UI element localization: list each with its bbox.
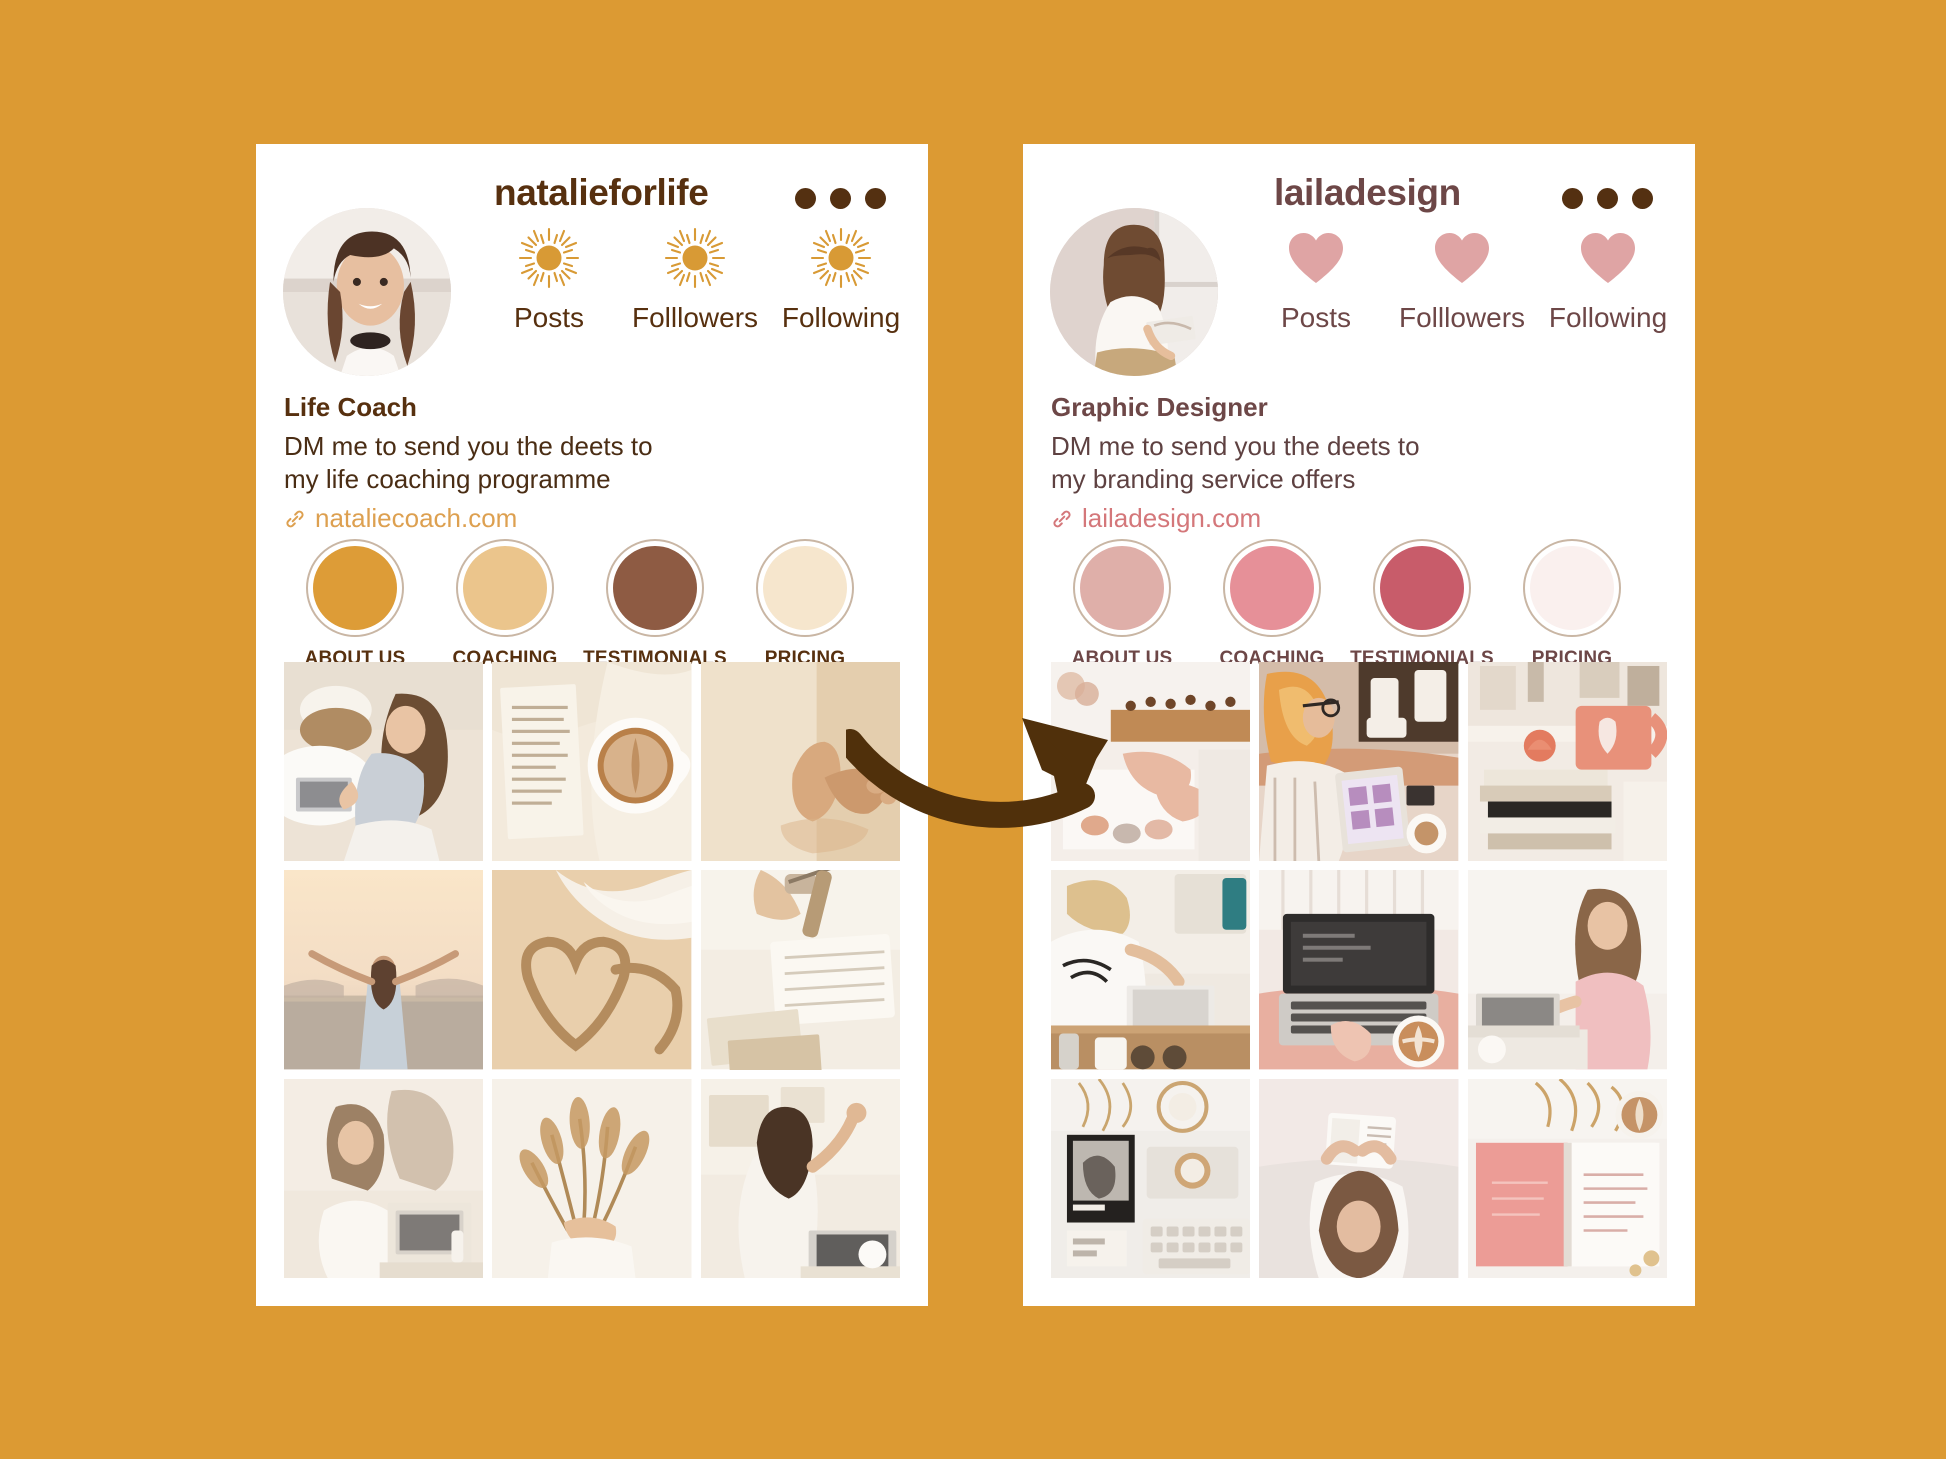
grid-photo-designer-hands-colour-swatches[interactable] (1051, 662, 1251, 862)
highlight-ring (1523, 539, 1621, 637)
grid-photo-woman-waving-laptop[interactable] (700, 1078, 900, 1278)
grid-photo-woman-reading-bed-overhead[interactable] (1259, 1078, 1459, 1278)
stat-label: Following (781, 302, 901, 333)
heart-icon (1287, 220, 1345, 296)
profile-summary-right: Posts Folllowers Following (1023, 204, 1695, 394)
profile-summary-left: Posts Folllowers Following (256, 204, 928, 394)
highlight-about-us[interactable]: ABOUT US (280, 539, 430, 670)
grid-photo-woman-laptop-floor[interactable] (284, 662, 484, 862)
grid-photo-woman-pink-top-laptop[interactable] (1467, 870, 1667, 1070)
photo-grid (1051, 662, 1667, 1278)
highlight-cover (613, 546, 697, 630)
highlight-cover (1080, 546, 1164, 630)
highlight-cover (1230, 546, 1314, 630)
profile-bio: Life Coach DM me to send you the deets t… (284, 392, 653, 534)
grid-photo-notebook-watch-desk[interactable] (700, 870, 900, 1070)
avatar[interactable] (283, 208, 451, 376)
grid-photo-woman-bali-babe-tshirt-laptop[interactable] (1051, 870, 1251, 1070)
highlight-coaching[interactable]: COACHING (430, 539, 580, 670)
grid-photo-bare-feet-sand[interactable] (700, 662, 900, 862)
highlight-ring (1073, 539, 1171, 637)
stats-row: Posts Folllowers Following (476, 220, 914, 334)
stat-label: Posts (1280, 302, 1352, 333)
grid-photo-woman-white-dress-desk[interactable] (284, 1078, 484, 1278)
highlight-testimonials[interactable]: TESTIMONIALS (580, 539, 730, 670)
highlight-cover (1380, 546, 1464, 630)
grid-photo-woman-tablet-cafe[interactable] (1259, 662, 1459, 862)
highlight-ring (1373, 539, 1471, 637)
grid-photo-pink-mug-books-stack[interactable] (1467, 662, 1667, 862)
stat-label: Posts (513, 302, 585, 333)
highlight-ring (306, 539, 404, 637)
stat-followers[interactable]: Folllowers (1389, 220, 1535, 334)
photo-grid (284, 662, 900, 1278)
stat-following[interactable]: Following (768, 220, 914, 334)
highlight-ring (1223, 539, 1321, 637)
sun-icon (663, 220, 727, 296)
bio-line-1: DM me to send you the deets to (284, 431, 653, 461)
highlight-ring (456, 539, 554, 637)
stat-posts[interactable]: Posts (476, 220, 622, 334)
highlight-about-us[interactable]: ABOUT US (1047, 539, 1197, 670)
grid-photo-woman-arms-open-sea[interactable] (284, 870, 484, 1070)
highlight-pricing[interactable]: PRICING (1497, 539, 1647, 670)
highlight-coaching[interactable]: COACHING (1197, 539, 1347, 670)
highlight-ring (756, 539, 854, 637)
highlight-pricing[interactable]: PRICING (730, 539, 880, 670)
bio-line-2: my branding service offers (1051, 464, 1356, 494)
grid-photo-open-pink-notebook-coffee[interactable] (1467, 1078, 1667, 1278)
stat-following[interactable]: Following (1535, 220, 1681, 334)
stat-posts[interactable]: Posts (1243, 220, 1389, 334)
bio-link[interactable]: lailadesign.com (1051, 503, 1420, 534)
stats-row: Posts Folllowers Following (1243, 220, 1681, 334)
instagram-profile-card-left: natalieforlife Posts Folllowers Followin… (256, 144, 928, 1306)
story-highlights: ABOUT US COACHING TESTIMONIALS PRICING (280, 539, 880, 670)
bio-title: Graphic Designer (1051, 392, 1268, 422)
stat-label: Following (1548, 302, 1668, 333)
poster-canvas: natalieforlife Posts Folllowers Followin… (0, 0, 1946, 1459)
bio-link-text: lailadesign.com (1082, 503, 1262, 533)
profile-bio: Graphic Designer DM me to send you the d… (1051, 392, 1420, 534)
heart-icon (1433, 220, 1491, 296)
grid-photo-laptop-lap-latte-overhead[interactable] (1259, 870, 1459, 1070)
bio-title: Life Coach (284, 392, 417, 422)
sun-icon (517, 220, 581, 296)
stat-label: Folllowers (1398, 302, 1526, 333)
bio-link-text: nataliecoach.com (315, 503, 518, 533)
highlight-cover (313, 546, 397, 630)
stat-label: Folllowers (631, 302, 759, 333)
grid-photo-heart-drawn-in-sand[interactable] (492, 870, 692, 1070)
grid-photo-pantone-cards-keyboard-flatlay[interactable] (1051, 1078, 1251, 1278)
highlight-cover (763, 546, 847, 630)
stat-followers[interactable]: Folllowers (622, 220, 768, 334)
highlight-ring (606, 539, 704, 637)
instagram-profile-card-right: lailadesign Posts Folllowers Following G… (1023, 144, 1695, 1306)
grid-photo-open-book-coffee[interactable] (492, 662, 692, 862)
bio-line-1: DM me to send you the deets to (1051, 431, 1420, 461)
grid-photo-hand-holding-pampas[interactable] (492, 1078, 692, 1278)
sun-icon (809, 220, 873, 296)
link-icon (1053, 510, 1071, 527)
bio-line-2: my life coaching programme (284, 464, 611, 494)
heart-icon (1579, 220, 1637, 296)
bio-link[interactable]: nataliecoach.com (284, 503, 653, 534)
highlight-cover (463, 546, 547, 630)
avatar[interactable] (1050, 208, 1218, 376)
highlight-testimonials[interactable]: TESTIMONIALS (1347, 539, 1497, 670)
profile-header-left: natalieforlife (256, 144, 928, 213)
profile-header-right: lailadesign (1023, 144, 1695, 213)
story-highlights: ABOUT US COACHING TESTIMONIALS PRICING (1047, 539, 1647, 670)
highlight-cover (1530, 546, 1614, 630)
link-icon (286, 510, 304, 527)
